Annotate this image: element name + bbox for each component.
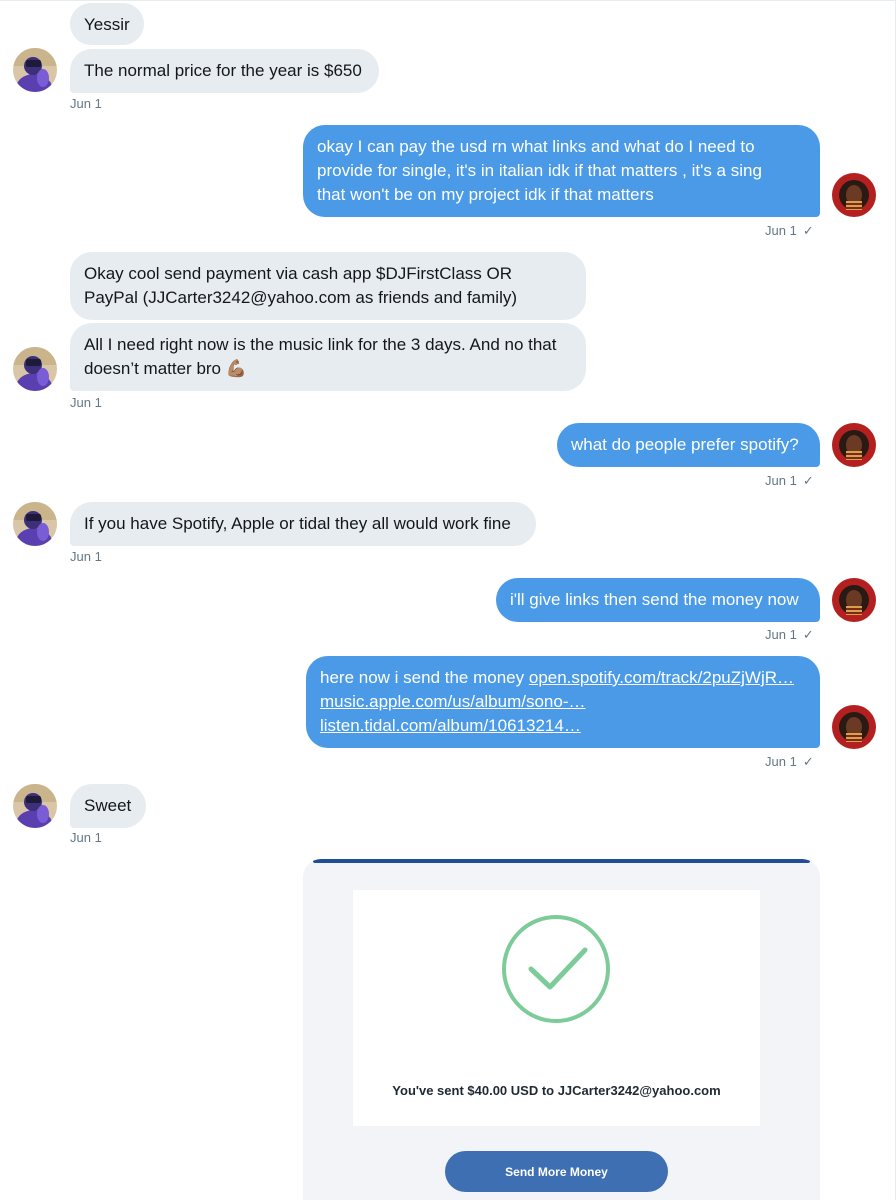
message-timestamp: Jun 1 ✓ <box>765 223 814 239</box>
outgoing-message[interactable]: what do people prefer spotify? <box>557 423 820 467</box>
incoming-message[interactable]: All I need right now is the music link f… <box>70 323 586 391</box>
message-timestamp: Jun 1 <box>70 549 102 564</box>
message-line: Okay cool send payment via cash app $DJF… <box>84 264 513 283</box>
timestamp-date: Jun 1 <box>765 627 797 642</box>
dm-conversation: Yessir The normal price for the year is … <box>0 0 896 1200</box>
message-timestamp: Jun 1 ✓ <box>765 754 814 770</box>
timestamp-date: Jun 1 <box>70 549 102 564</box>
timestamp-date: Jun 1 <box>70 395 102 410</box>
red-portrait-avatar-icon <box>832 423 876 467</box>
my-avatar[interactable] <box>832 705 876 749</box>
message-line: doesn’t matter bro 💪🏽 <box>84 359 247 378</box>
message-timestamp: Jun 1 <box>70 830 102 845</box>
timestamp-date: Jun 1 <box>765 473 797 488</box>
red-portrait-avatar-icon <box>832 578 876 622</box>
purple-figure-avatar-icon <box>13 347 57 391</box>
message-line: okay I can pay the usd rn what links and… <box>317 137 755 156</box>
my-avatar[interactable] <box>832 578 876 622</box>
purple-figure-avatar-icon <box>13 784 57 828</box>
message-timestamp: Jun 1 <box>70 96 102 111</box>
their-avatar[interactable] <box>13 502 57 546</box>
outgoing-message[interactable]: here now i send the money open.spotify.c… <box>306 656 820 748</box>
checkmark-icon: ✓ <box>802 223 814 238</box>
card-top-bar <box>313 859 810 863</box>
timestamp-date: Jun 1 <box>70 830 102 845</box>
my-avatar[interactable] <box>832 173 876 217</box>
message-text: The normal price for the year is $650 <box>84 61 362 80</box>
message-line: music.apple.com/us/album/sono-… <box>320 690 806 714</box>
tidal-link[interactable]: listen.tidal.com/album/10613214… <box>320 716 581 735</box>
message-text: what do people prefer spotify? <box>571 435 799 454</box>
spotify-link[interactable]: open.spotify.com/track/2puZjWjR… <box>529 668 794 687</box>
message-line: provide for single, it's in italian idk … <box>317 161 762 180</box>
checkmark-icon: ✓ <box>802 473 814 488</box>
incoming-message[interactable]: Sweet <box>70 784 146 828</box>
outgoing-message[interactable]: okay I can pay the usd rn what links and… <box>303 125 820 217</box>
their-avatar[interactable] <box>13 48 57 92</box>
timestamp-date: Jun 1 <box>765 223 797 238</box>
message-timestamp: Jun 1 <box>70 395 102 410</box>
message-text: Sweet <box>84 796 132 815</box>
message-line: here now i send the money open.spotify.c… <box>320 666 806 690</box>
incoming-message[interactable]: The normal price for the year is $650 <box>70 49 379 93</box>
message-text: If you have Spotify, Apple or tidal they… <box>84 514 511 533</box>
message-text: i'll give links then send the money now <box>510 590 799 609</box>
message-text: Yessir <box>84 15 130 34</box>
apple-music-link[interactable]: music.apple.com/us/album/sono-… <box>320 692 586 711</box>
payment-success-message: You've sent $40.00 USD to JJCarter3242@y… <box>392 1083 721 1098</box>
purple-figure-avatar-icon <box>13 502 57 546</box>
checkmark-icon: ✓ <box>802 754 814 769</box>
my-avatar[interactable] <box>832 423 876 467</box>
red-portrait-avatar-icon <box>832 705 876 749</box>
message-line: listen.tidal.com/album/10613214… <box>320 714 806 738</box>
incoming-message[interactable]: If you have Spotify, Apple or tidal they… <box>70 502 536 546</box>
message-line: All I need right now is the music link f… <box>84 335 557 354</box>
checkmark-icon: ✓ <box>802 627 814 642</box>
their-avatar[interactable] <box>13 784 57 828</box>
red-portrait-avatar-icon <box>832 173 876 217</box>
message-text: here now i send the money <box>320 668 529 687</box>
outgoing-message[interactable]: i'll give links then send the money now <box>496 578 820 622</box>
send-more-money-button[interactable]: Send More Money <box>445 1151 668 1192</box>
message-line: that won't be on my project idk if that … <box>317 185 654 204</box>
payment-screenshot-card[interactable]: You've sent $40.00 USD to JJCarter3242@y… <box>303 859 820 1200</box>
message-line: PayPal (JJCarter3242@yahoo.com as friend… <box>84 288 518 307</box>
timestamp-date: Jun 1 <box>765 754 797 769</box>
incoming-message[interactable]: Yessir <box>70 3 144 45</box>
payment-confirmation-panel: You've sent $40.00 USD to JJCarter3242@y… <box>353 890 760 1126</box>
message-timestamp: Jun 1 ✓ <box>765 473 814 489</box>
timestamp-date: Jun 1 <box>70 96 102 111</box>
their-avatar[interactable] <box>13 347 57 391</box>
message-timestamp: Jun 1 ✓ <box>765 627 814 643</box>
purple-figure-avatar-icon <box>13 48 57 92</box>
incoming-message[interactable]: Okay cool send payment via cash app $DJF… <box>70 252 586 320</box>
